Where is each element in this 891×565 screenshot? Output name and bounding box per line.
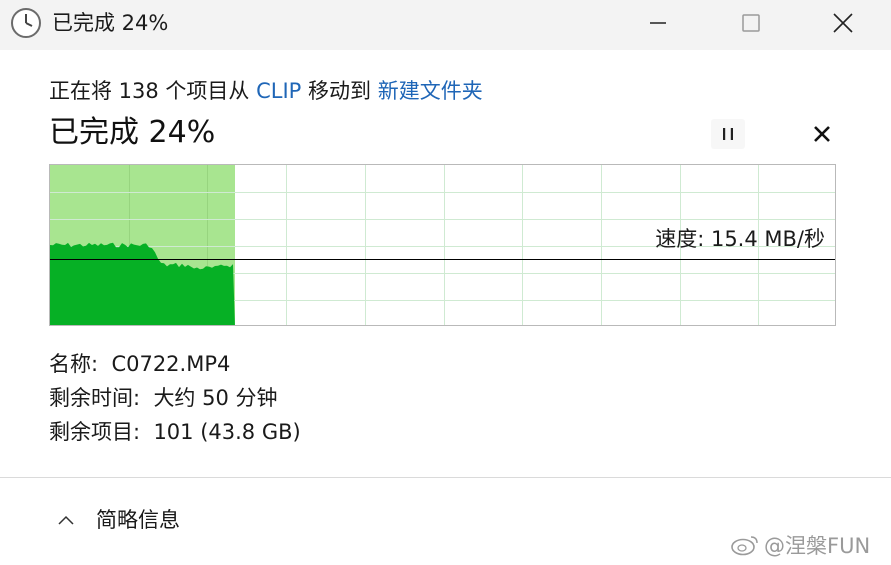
progress-percent: 已完成 24% — [49, 115, 216, 150]
name-value: C0722.MP4 — [111, 352, 231, 376]
window-title: 已完成 24% — [52, 11, 169, 35]
weibo-logo-icon — [731, 536, 758, 556]
pause-button[interactable] — [711, 119, 745, 149]
fewer-details-toggle[interactable]: 简略信息 — [56, 505, 180, 535]
time-remaining-row: 剩余时间: 大约 50 分钟 — [49, 383, 278, 413]
close-button[interactable] — [797, 0, 889, 46]
source-folder-link[interactable]: CLIP — [256, 79, 301, 103]
file-name-row: 名称: C0722.MP4 — [49, 349, 230, 379]
maximize-icon — [742, 14, 760, 32]
summary-prefix: 正在将 138 个项目从 — [49, 79, 257, 103]
speed-graph: 速度: 15.4 MB/秒 — [49, 164, 836, 326]
cancel-button[interactable] — [805, 119, 839, 149]
watermark-text: @涅槃FUN — [764, 534, 871, 558]
destination-folder-link[interactable]: 新建文件夹 — [378, 79, 483, 103]
maximize-button[interactable] — [705, 0, 797, 46]
items-remaining-row: 剩余项目: 101 (43.8 GB) — [49, 417, 301, 447]
summary-middle: 移动到 — [301, 79, 378, 103]
clock-icon — [11, 8, 41, 38]
watermark: @涅槃FUN — [730, 530, 870, 560]
minimize-icon — [650, 22, 666, 24]
title-bar: 已完成 24% — [0, 0, 891, 50]
close-icon — [833, 13, 853, 33]
time-value: 大约 50 分钟 — [153, 386, 278, 410]
minimize-button[interactable] — [612, 0, 704, 46]
operation-summary: 正在将 138 个项目从 CLIP 移动到 新建文件夹 — [49, 76, 483, 106]
pause-icon — [723, 128, 733, 140]
name-label: 名称: — [49, 352, 99, 376]
speed-label: 速度: 15.4 MB/秒 — [655, 227, 825, 251]
chevron-up-icon — [58, 515, 74, 525]
items-value: 101 (43.8 GB) — [153, 420, 301, 444]
items-label: 剩余项目: — [49, 420, 141, 444]
close-icon — [814, 126, 830, 142]
fewer-details-label: 简略信息 — [96, 508, 180, 532]
time-label: 剩余时间: — [49, 386, 141, 410]
